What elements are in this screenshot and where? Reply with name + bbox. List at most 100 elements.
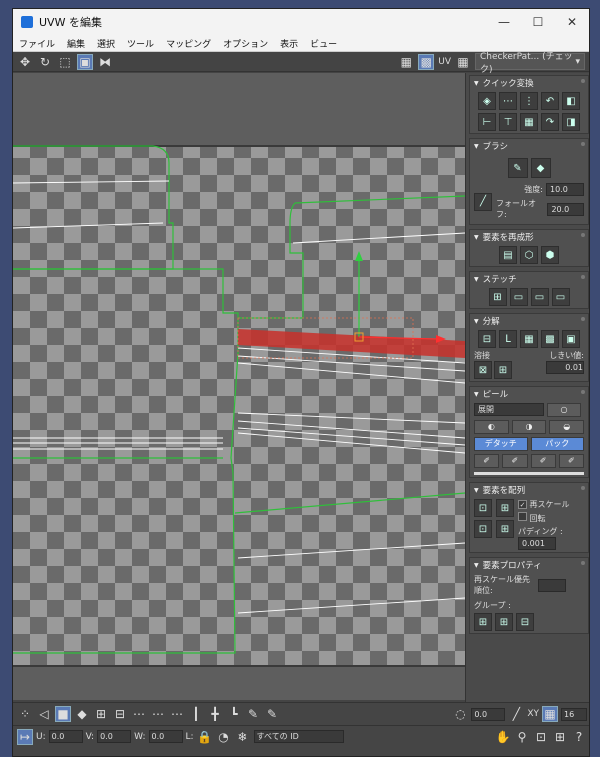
mirror-icon[interactable]: ⧓: [97, 54, 113, 70]
mirror-h-icon[interactable]: ◧: [562, 92, 580, 110]
peel-reset-button[interactable]: ◐: [474, 420, 509, 434]
zoom-extents-icon[interactable]: ⊞: [552, 729, 568, 745]
rotate-checkbox[interactable]: [518, 512, 527, 521]
falloff-input[interactable]: 20.0: [547, 202, 584, 216]
peel-live-button[interactable]: ◑: [511, 420, 547, 434]
angle-snap-icon[interactable]: ◌: [452, 706, 468, 722]
align-center-icon[interactable]: ◈: [478, 92, 496, 110]
stitch-avg-icon[interactable]: ▭: [509, 288, 528, 306]
rollout-header[interactable]: ▼ 要素を配列: [470, 483, 588, 497]
corner-icon[interactable]: ┗: [226, 706, 242, 722]
straighten-icon[interactable]: ▤: [499, 246, 517, 264]
align-vertical-icon[interactable]: ⋮: [520, 92, 538, 110]
pin-tool-1-button[interactable]: ✐: [474, 454, 500, 468]
grid-snap-icon[interactable]: ▦: [542, 706, 558, 722]
rollout-header[interactable]: ▼ 要素を再成形: [470, 230, 588, 244]
stitch-target-icon[interactable]: ▭: [530, 288, 549, 306]
hide-icon[interactable]: ◔: [216, 729, 232, 745]
rollout-header[interactable]: ▼ 分解: [470, 314, 588, 328]
edge-select-icon[interactable]: ⋯: [169, 706, 185, 722]
rollout-header[interactable]: ▼ 要素プロパティ: [470, 558, 588, 572]
cross-icon[interactable]: ╋: [207, 706, 223, 722]
pack-fit-icon[interactable]: ⊞: [496, 520, 514, 538]
stitch-custom-icon[interactable]: ▭: [551, 288, 570, 306]
menu-options[interactable]: オプション: [217, 37, 274, 50]
space-icon[interactable]: ▦: [520, 113, 538, 131]
brush-line-icon[interactable]: ╱: [474, 192, 492, 211]
shrink-icon[interactable]: ⊟: [112, 706, 128, 722]
align-left-icon[interactable]: ⊢: [478, 113, 496, 131]
uv-settings-icon[interactable]: ▦: [455, 54, 471, 70]
pack-custom-icon[interactable]: ⊡: [474, 520, 492, 538]
minimize-button[interactable]: —: [487, 9, 521, 35]
pipe-icon[interactable]: ┃: [188, 706, 204, 722]
texture-dropdown[interactable]: CheckerPat... (チェック) ▾: [475, 52, 585, 75]
scale-icon[interactable]: ⬚: [57, 54, 73, 70]
menu-file[interactable]: ファイル: [13, 37, 61, 50]
ring-icon[interactable]: ⋯: [150, 706, 166, 722]
edge-mode-icon[interactable]: ◁: [36, 706, 52, 722]
move-icon[interactable]: ✥: [17, 54, 33, 70]
paint-move-icon[interactable]: ✎: [507, 158, 528, 178]
padding-input[interactable]: 0.001: [518, 537, 556, 550]
rollout-header[interactable]: ▼ クイック変換: [470, 76, 588, 90]
checker-toggle-icon[interactable]: ▦: [398, 54, 414, 70]
stitch-source-icon[interactable]: ⊞: [488, 288, 507, 306]
paint-deselect-icon[interactable]: ✎: [264, 706, 280, 722]
align-top-icon[interactable]: ⊤: [499, 113, 517, 131]
menu-mapping[interactable]: マッピング: [160, 37, 217, 50]
detach-edge-icon[interactable]: ᒪ: [499, 330, 517, 348]
id-filter-dropdown[interactable]: すべての ID: [253, 730, 344, 743]
pack-together-icon[interactable]: ⊞: [496, 499, 514, 517]
rescale-checkbox[interactable]: ✓: [518, 500, 527, 509]
mirror-v-icon[interactable]: ◨: [562, 113, 580, 131]
menu-display[interactable]: 表示: [274, 37, 304, 50]
menu-edit[interactable]: 編集: [61, 37, 91, 50]
zoom-icon[interactable]: ⚲: [514, 729, 530, 745]
freeform-icon[interactable]: ▣: [77, 53, 93, 70]
menu-view[interactable]: ビュー: [304, 37, 343, 50]
align-horizontal-icon[interactable]: ⋯: [499, 92, 517, 110]
break-icon[interactable]: ⊟: [478, 330, 496, 348]
weld-target-icon[interactable]: ⊞: [494, 361, 512, 379]
rotate-icon[interactable]: ↻: [37, 54, 53, 70]
group-add-icon[interactable]: ⊞: [495, 613, 513, 631]
relax-brush-icon[interactable]: ◆: [530, 158, 551, 178]
vertex-mode-icon[interactable]: ⁘: [17, 706, 33, 722]
strength-input[interactable]: 10.0: [546, 183, 584, 196]
weld-all-icon[interactable]: ▣: [562, 330, 580, 348]
rollout-header[interactable]: ▼ ステッチ: [470, 272, 588, 286]
menu-tools[interactable]: ツール: [121, 37, 160, 50]
checker-map-icon[interactable]: ▩: [541, 330, 559, 348]
angle-input[interactable]: 0.0: [471, 707, 506, 721]
uv-canvas[interactable]: [13, 73, 465, 700]
grow-icon[interactable]: ⊞: [93, 706, 109, 722]
paint-select-icon[interactable]: ✎: [245, 706, 261, 722]
v-input[interactable]: 0.0: [97, 730, 132, 743]
element-mode-icon[interactable]: ◆: [74, 706, 90, 722]
freeze-icon[interactable]: ❄: [235, 729, 251, 745]
pan-icon[interactable]: ✋: [495, 729, 511, 745]
group-remove-icon[interactable]: ⊟: [516, 613, 534, 631]
u-input[interactable]: 0.0: [48, 730, 83, 743]
pin-tool-3-button[interactable]: ✐: [530, 454, 556, 468]
rotate-cw-icon[interactable]: ↷: [541, 113, 559, 131]
show-map-icon[interactable]: ▩: [418, 53, 435, 70]
grid-size-input[interactable]: 16: [561, 707, 587, 721]
threshold-input[interactable]: 0.01: [546, 361, 584, 374]
weld-selected-icon[interactable]: ⊠: [474, 361, 492, 379]
absolute-mode-icon[interactable]: ↦: [17, 728, 33, 745]
detach-button[interactable]: デタッチ: [474, 437, 528, 451]
peel-pin-button[interactable]: ◒: [549, 420, 585, 434]
pack-normalize-icon[interactable]: ⊡: [474, 499, 492, 517]
menu-select[interactable]: 選択: [91, 37, 121, 50]
maximize-button[interactable]: ☐: [521, 9, 555, 35]
lock-icon[interactable]: 🔒: [197, 729, 213, 745]
pin-tool-2-button[interactable]: ✐: [502, 454, 528, 468]
help-icon[interactable]: ?: [571, 729, 587, 745]
rollout-header[interactable]: ▼ ブラシ: [470, 139, 588, 153]
pin-tool-4-button[interactable]: ✐: [558, 454, 584, 468]
flatten-icon[interactable]: ▦: [520, 330, 538, 348]
w-input[interactable]: 0.0: [148, 730, 183, 743]
rescale-priority-dropdown[interactable]: [538, 578, 566, 592]
